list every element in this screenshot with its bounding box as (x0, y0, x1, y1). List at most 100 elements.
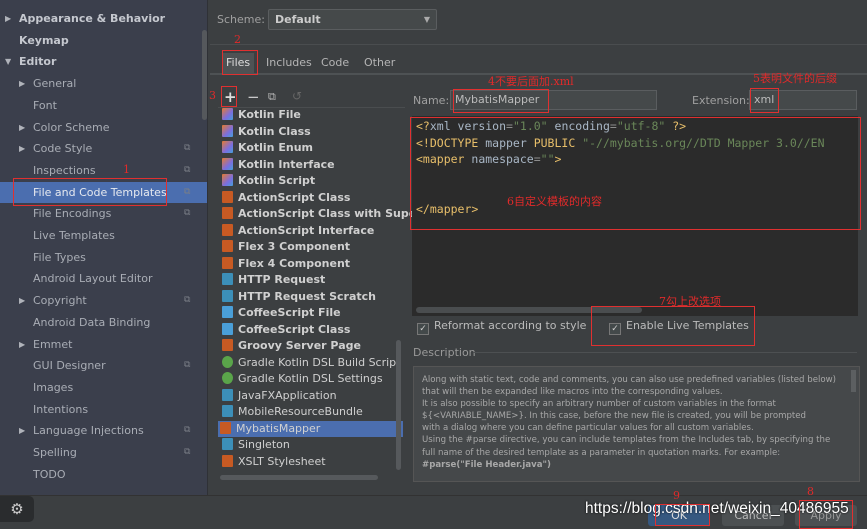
annotation-box-4 (453, 89, 549, 113)
project-scope-icon: ⧉ (184, 208, 191, 219)
sidebar-item[interactable]: ▶ Code Style ⧉ (0, 138, 200, 159)
expanded-arrow-icon[interactable]: ▼ (5, 51, 11, 72)
orange-file-icon (222, 256, 233, 269)
reset-icon[interactable]: ↺ (292, 89, 302, 103)
annotation-3: 3 (209, 89, 216, 102)
tab-includes[interactable]: Includes (262, 53, 316, 73)
sidebar-item[interactable]: Font (0, 95, 200, 116)
description-line: ${<VARIABLE_NAME>}. In this case, before… (422, 411, 807, 422)
project-scope-icon: ⧉ (184, 186, 191, 197)
description-line: Using the #parse directive, you can incl… (422, 435, 831, 446)
annotation-box-8 (799, 500, 853, 529)
template-list-item[interactable]: XSLT Stylesheet (220, 454, 405, 470)
remove-template-button[interactable]: − (247, 88, 260, 106)
annotation-1: 1 (123, 163, 130, 176)
template-list-item[interactable]: ActionScript Interface (220, 223, 405, 239)
sidebar-item-label: Appearance & Behavior (19, 12, 166, 25)
sidebar-item[interactable]: File Types (0, 247, 200, 268)
description-line: with a dialog where you can define parti… (422, 423, 754, 434)
sidebar-scrollbar[interactable] (202, 30, 207, 120)
template-label: Kotlin Enum (238, 141, 313, 154)
description-scrollbar[interactable] (851, 370, 856, 392)
sidebar-item-label: Emmet (33, 337, 73, 351)
template-list-item[interactable]: JavaFXApplication (220, 388, 405, 404)
template-list-item[interactable]: Kotlin File (220, 107, 405, 123)
template-list-item[interactable]: MybatisMapper (218, 420, 403, 437)
sidebar-item[interactable]: Android Data Binding (0, 312, 200, 333)
template-list-item[interactable]: Gradle Kotlin DSL Settings (220, 371, 405, 387)
collapsed-arrow-icon[interactable]: ▶ (19, 117, 25, 138)
sidebar-item[interactable]: ▶ Emmet (0, 334, 200, 355)
project-scope-icon: ⧉ (184, 425, 191, 436)
sidebar-item[interactable]: GUI Designer ⧉ (0, 355, 200, 376)
collapsed-arrow-icon[interactable]: ▶ (5, 8, 11, 29)
sidebar-item[interactable]: ▶ General (0, 73, 200, 94)
sidebar-item[interactable]: Live Templates (0, 225, 200, 246)
list-scrollbar[interactable] (396, 340, 401, 470)
gear-icon[interactable]: ⚙ (0, 496, 34, 522)
sidebar-item-label: File Encodings (33, 207, 112, 221)
list-h-scrollbar[interactable] (220, 475, 378, 480)
tab-other[interactable]: Other (360, 53, 399, 73)
checkbox-checked-icon: ✓ (417, 323, 429, 335)
sidebar-item[interactable]: ▼ Editor (0, 51, 200, 72)
tab-code[interactable]: Code (317, 53, 353, 73)
sidebar-item[interactable]: Intentions (0, 399, 200, 420)
template-list-item[interactable]: MobileResourceBundle (220, 404, 405, 420)
kotlin-file-icon (222, 124, 233, 137)
scheme-value: Default (275, 13, 321, 26)
divider (210, 44, 867, 45)
sidebar-item-label: Spelling (33, 446, 77, 459)
template-list-item[interactable]: Kotlin Class (220, 124, 405, 140)
sidebar-item[interactable]: Keymap (0, 30, 200, 51)
template-list-item[interactable]: Groovy Server Page (220, 338, 405, 354)
template-list-item[interactable]: ActionScript Class with Supers (220, 206, 428, 222)
sidebar-item[interactable]: ▶ Copyright ⧉ (0, 290, 200, 311)
template-list-item[interactable]: ActionScript Class (220, 190, 405, 206)
sidebar-item[interactable]: TODO (0, 464, 200, 485)
sidebar-item[interactable]: ▶ Color Scheme (0, 117, 200, 138)
blue-file-icon (222, 289, 233, 302)
collapsed-arrow-icon[interactable]: ▶ (19, 138, 25, 159)
chevron-down-icon: ▼ (423, 15, 430, 24)
template-list-item[interactable]: Kotlin Script (220, 173, 405, 189)
divider (473, 352, 857, 353)
template-list-item[interactable]: Flex 4 Component (220, 256, 405, 272)
template-label: HTTP Request (238, 273, 326, 286)
scheme-label: Scheme: (217, 13, 265, 26)
scheme-dropdown[interactable]: Default ▼ (268, 9, 437, 30)
project-scope-icon: ⧉ (184, 143, 191, 154)
copy-icon[interactable]: ⧉ (268, 90, 276, 104)
sidebar-item[interactable]: Spelling ⧉ (0, 442, 200, 463)
sidebar-item[interactable]: ▶ Appearance & Behavior (0, 8, 200, 29)
sidebar-item[interactable]: Images (0, 377, 200, 398)
template-label: ActionScript Interface (238, 223, 375, 237)
template-label: CoffeeScript File (238, 306, 341, 319)
settings-sidebar: ▶ Appearance & Behavior Keymap ▼ Editor ▶ Gene… (0, 0, 208, 495)
template-list-item[interactable]: CoffeeScript Class (220, 322, 405, 338)
sidebar-item[interactable]: Android Layout Editor (0, 268, 200, 289)
annotation-box-7 (591, 306, 755, 346)
template-list-item[interactable]: CoffeeScript File (220, 305, 405, 321)
sidebar-item[interactable]: File Encodings ⧉ (0, 203, 200, 224)
collapsed-arrow-icon[interactable]: ▶ (19, 290, 25, 311)
template-list-item[interactable]: HTTP Request Scratch (220, 289, 405, 305)
template-label: MybatisMapper (236, 421, 321, 435)
template-label: Singleton (238, 438, 290, 451)
template-list-item[interactable]: Flex 3 Component (220, 239, 405, 255)
coffee-file-icon (222, 306, 233, 318)
reformat-checkbox[interactable]: ✓ Reformat according to style (417, 319, 586, 335)
kotlin-file-icon (222, 174, 233, 186)
project-scope-icon: ⧉ (184, 447, 191, 457)
template-list-item[interactable]: Gradle Kotlin DSL Build Script (220, 355, 405, 371)
orange-file-icon (222, 190, 233, 203)
template-list-item[interactable]: Kotlin Interface (220, 157, 405, 173)
blue-file-icon (222, 388, 233, 401)
collapsed-arrow-icon[interactable]: ▶ (19, 420, 25, 441)
collapsed-arrow-icon[interactable]: ▶ (19, 73, 25, 94)
sidebar-item[interactable]: ▶ Language Injections ⧉ (0, 420, 200, 441)
template-list-item[interactable]: Singleton (220, 437, 405, 453)
template-list-item[interactable]: Kotlin Enum (220, 140, 405, 156)
template-list-item[interactable]: HTTP Request (220, 272, 405, 288)
collapsed-arrow-icon[interactable]: ▶ (19, 334, 25, 355)
